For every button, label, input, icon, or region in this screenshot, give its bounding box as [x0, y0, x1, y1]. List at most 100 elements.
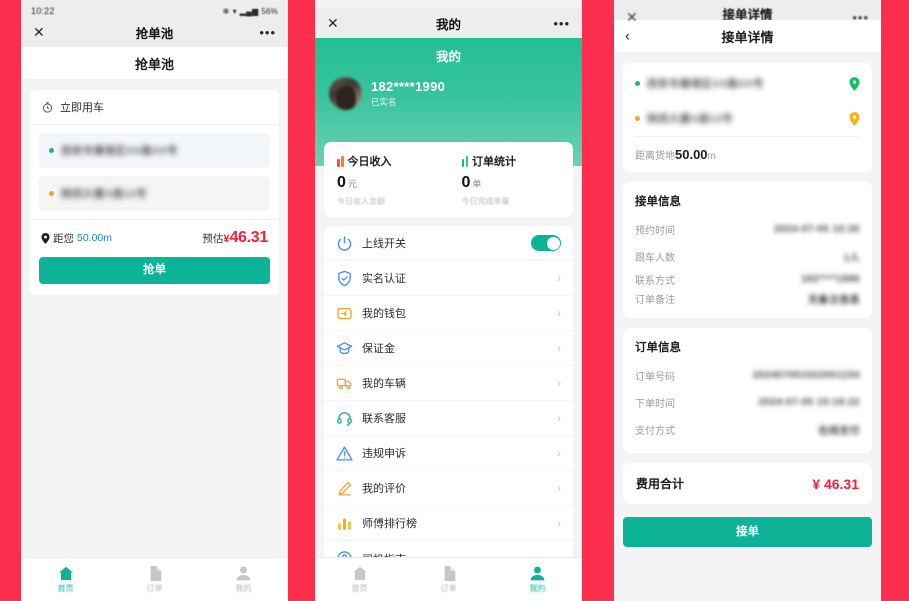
order-card[interactable]: 立即用车 西安市雁塔区XX路XX号 陕西大厦A座12号 距您 50.00m 预估… [30, 90, 279, 295]
menu-item-label: 联系客服 [362, 413, 406, 425]
dropoff-address-row[interactable]: 陕西大厦A座12号 [39, 176, 270, 211]
distance-unit: m [707, 151, 716, 162]
distance-block: 距您 50.00m [41, 231, 112, 246]
shield-check-icon [338, 270, 351, 286]
home-icon [352, 566, 367, 580]
pickup-address-row[interactable]: 西安市雁塔区XX路XX号 [623, 66, 872, 101]
user-block[interactable]: 182****1990 已实名 [315, 65, 582, 110]
stat-income-sub: 今日收入金额 [337, 197, 385, 206]
menu-item-contact-support[interactable]: 联系客服 › [324, 401, 573, 436]
chevron-right-icon: › [557, 481, 561, 495]
tab-orders[interactable]: 订单 [110, 565, 199, 594]
hero-title: 我的 [435, 50, 461, 64]
kv-key: 订单备注 [635, 295, 675, 306]
stat-orders-value-row: 0单 [462, 174, 574, 192]
chevron-left-icon[interactable]: ‹ [625, 28, 630, 45]
headset-icon [337, 411, 352, 426]
dropoff-address-text: 陕西大厦A座12号 [647, 113, 733, 125]
menu-item-label: 我的评价 [362, 483, 406, 495]
stat-income-header: 今日收入 [337, 153, 449, 169]
kv-row-payment-method: 支付方式 在线支付 [623, 416, 872, 443]
tab-home[interactable]: 首页 [315, 566, 404, 594]
chevron-right-icon: › [557, 271, 561, 285]
accept-info-card: 接单信息 预约时间 2024-07-05 10:30 跟车人数 1人 联系方式 … [623, 182, 872, 318]
distance-label: 距离货地 [635, 151, 675, 162]
menu-item-label: 保证金 [362, 343, 395, 355]
stat-income-value: 0 [337, 174, 346, 191]
chevron-right-icon: › [557, 411, 561, 425]
address-list: 西安市雁塔区XX路XX号 陕西大厦A座12号 [623, 63, 872, 136]
bars-icon [461, 155, 468, 167]
chevron-right-icon: › [557, 376, 561, 390]
chevron-right-icon: › [557, 306, 561, 320]
tab-orders[interactable]: 订单 [404, 565, 493, 594]
page-header-detail: ‹ 接单详情 [614, 20, 881, 53]
menu-item-my-vehicle[interactable]: 我的车辆 › [324, 366, 573, 401]
close-icon[interactable]: ✕ [327, 16, 339, 30]
kv-key: 联系方式 [635, 276, 675, 287]
more-options-icon[interactable]: ••• [553, 17, 570, 30]
menu-item-label: 我的车辆 [362, 378, 406, 390]
total-currency: ¥ [812, 475, 821, 492]
kv-key: 支付方式 [635, 426, 675, 437]
close-icon[interactable]: ✕ [626, 10, 638, 24]
bottom-tab-bar: 首页 订单 我的 [315, 557, 582, 601]
kv-key: 预约时间 [635, 226, 675, 237]
dropoff-dot-icon [49, 191, 54, 196]
status-bar: 10:22 ✻ ▾ ▂▄▆ 56% [21, 0, 288, 17]
menu-item-violation-appeal[interactable]: 违规申诉 › [324, 436, 573, 471]
person-icon [236, 566, 251, 580]
tab-home-label: 首页 [57, 583, 74, 593]
menu-item-my-reviews[interactable]: 我的评价 › [324, 471, 573, 506]
total-amount: 46.31 [823, 475, 859, 492]
status-indicators: ✻ ▾ ▂▄▆ 56% [223, 7, 278, 16]
kv-value: 202407051022001234 [752, 370, 860, 381]
total-fee-card: 费用合计 ¥ 46.31 [623, 463, 872, 504]
chevron-right-icon: › [557, 446, 561, 460]
more-options-icon[interactable]: ••• [852, 11, 869, 24]
total-fee-value: ¥ 46.31 [812, 476, 859, 492]
dropoff-map-pin-icon[interactable] [849, 111, 860, 126]
menu-item-online-switch[interactable]: 上线开关 [324, 226, 573, 261]
wifi-icon: ▾ [232, 7, 237, 16]
tab-home[interactable]: 首页 [21, 566, 110, 594]
order-meta-row: 距您 50.00m 预估 ¥ 46.31 [30, 219, 279, 253]
order-type-row: 立即用车 [30, 90, 279, 125]
pickup-map-pin-icon[interactable] [849, 76, 860, 91]
menu-item-deposit[interactable]: 保证金 › [324, 331, 573, 366]
more-options-icon[interactable]: ••• [259, 26, 276, 39]
pickup-address-row[interactable]: 西安市雁塔区XX路XX号 [39, 133, 270, 168]
distance-label: 距您 [53, 232, 74, 245]
close-icon[interactable]: ✕ [33, 25, 45, 39]
dropoff-address-row[interactable]: 陕西大厦A座12号 [623, 101, 872, 136]
kv-value: 1人 [843, 253, 860, 264]
menu-item-wallet[interactable]: 我的钱包 › [324, 296, 573, 331]
menu-item-realname-verify[interactable]: 实名认证 › [324, 261, 573, 296]
estimate-block: 预估 ¥ 46.31 [202, 229, 268, 247]
stat-orders-header: 订单统计 [461, 153, 574, 169]
accept-info-title: 接单信息 [635, 196, 681, 208]
menu-item-driver-ranking[interactable]: 师傅排行榜 › [324, 506, 573, 541]
menu-item-label: 违规申诉 [362, 448, 406, 460]
tab-orders-label: 订单 [146, 583, 163, 593]
avatar[interactable] [329, 77, 362, 110]
tab-mine[interactable]: 我的 [199, 566, 288, 594]
order-icon [150, 565, 161, 581]
online-toggle-switch[interactable] [531, 235, 561, 251]
address-card: 西安市雁塔区XX路XX号 陕西大厦A座12号 距离货地50.00m [623, 63, 872, 172]
truck-icon [336, 378, 352, 389]
kv-value: 2024-07-05 10:18:22 [758, 397, 860, 408]
accept-order-button[interactable]: 接单 [623, 517, 872, 547]
warning-icon [336, 445, 353, 461]
kv-row-contact: 联系方式 182****1990 [623, 270, 872, 289]
tab-mine[interactable]: 我的 [493, 566, 582, 594]
phone-screen-order-detail: ✕ 接单详情 ••• ‹ 接单详情 西安市雁塔区XX路XX号 陕西大厦A座12号… [614, 0, 881, 601]
order-pool-body: 立即用车 西安市雁塔区XX路XX号 陕西大厦A座12号 距您 50.00m 预估… [21, 80, 288, 557]
order-detail-body: 西安市雁塔区XX路XX号 陕西大厦A座12号 距离货地50.00m 接单信息 预… [614, 53, 881, 574]
signal-icon: ▂▄▆ [239, 7, 259, 16]
location-pin-icon [41, 232, 50, 244]
kv-value: 182****1990 [801, 274, 860, 285]
grab-order-button[interactable]: 抢单 [39, 257, 270, 284]
distance-value: 50.00m [77, 232, 113, 244]
wechat-nav-title: 我的 [435, 17, 461, 32]
